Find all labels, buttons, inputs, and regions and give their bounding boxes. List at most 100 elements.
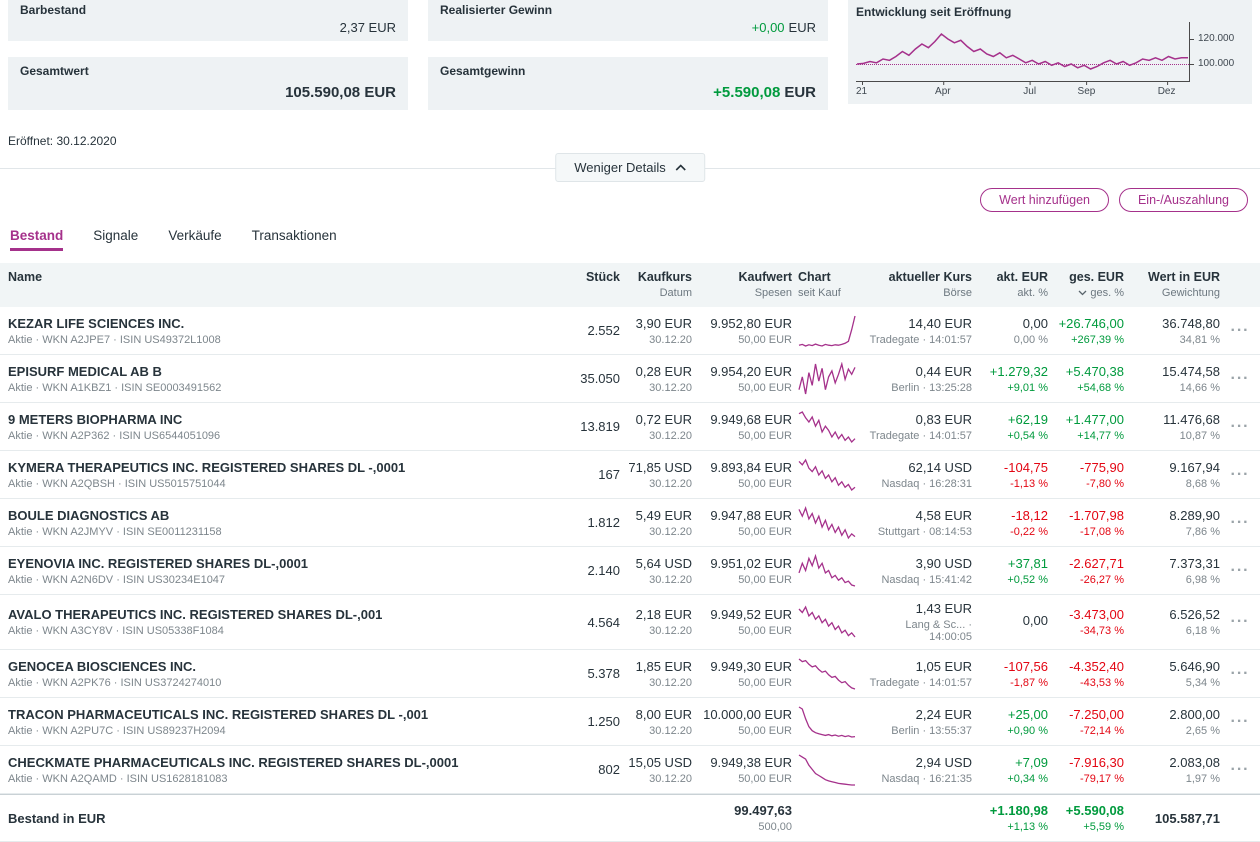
security-name[interactable]: AVALO THERAPEUTICS INC. REGISTERED SHARE… bbox=[8, 607, 560, 622]
security-name[interactable]: TRACON PHARMACEUTICALS INC. REGISTERED S… bbox=[8, 707, 560, 722]
current-price: 2,94 USD bbox=[860, 755, 972, 770]
header-buy-value[interactable]: Kaufwert bbox=[692, 270, 792, 284]
total-change-eur: +5.470,38 bbox=[1048, 364, 1124, 379]
exchange-time: Berlin · 13:25:28 bbox=[860, 382, 972, 394]
security-name[interactable]: EPISURF MEDICAL AB B bbox=[8, 364, 560, 379]
sort-descending-icon[interactable] bbox=[1078, 290, 1087, 296]
current-price: 0,44 EUR bbox=[860, 364, 972, 379]
header-value-eur[interactable]: Wert in EUR bbox=[1124, 270, 1220, 284]
deposit-withdraw-button[interactable]: Ein-/Auszahlung bbox=[1119, 188, 1248, 212]
table-row[interactable]: KYMERA THERAPEUTICS INC. REGISTERED SHAR… bbox=[0, 451, 1260, 499]
shares: 4.564 bbox=[560, 615, 620, 630]
buy-value: 10.000,00 EUR bbox=[692, 707, 792, 722]
row-spark-chart bbox=[798, 554, 856, 588]
table-row[interactable]: EYENOVIA INC. REGISTERED SHARES DL-,0001… bbox=[0, 547, 1260, 595]
current-price: 14,40 EUR bbox=[860, 316, 972, 331]
row-menu-button[interactable]: ··· bbox=[1231, 514, 1250, 531]
table-row[interactable]: CHECKMATE PHARMACEUTICALS INC. REGISTERE… bbox=[0, 746, 1260, 794]
table-row[interactable]: GENOCEA BIOSCIENCES INC. Aktie · WKN A2P… bbox=[0, 650, 1260, 698]
shares: 2.140 bbox=[560, 563, 620, 578]
buy-date: 30.12.20 bbox=[620, 334, 692, 346]
table-row[interactable]: 9 METERS BIOPHARMA INC Aktie · WKN A2P36… bbox=[0, 403, 1260, 451]
buy-value: 9.947,88 EUR bbox=[692, 508, 792, 523]
total-change-pct: +267,39 % bbox=[1048, 334, 1124, 346]
tab-transaktionen[interactable]: Transaktionen bbox=[252, 228, 337, 251]
header-since-buy: seit Kauf bbox=[798, 287, 860, 299]
security-name[interactable]: KYMERA THERAPEUTICS INC. REGISTERED SHAR… bbox=[8, 460, 560, 475]
position-value: 5.646,90 bbox=[1124, 659, 1220, 674]
shares: 13.819 bbox=[560, 419, 620, 434]
total-change-pct: -79,17 % bbox=[1048, 773, 1124, 785]
weighting: 8,68 % bbox=[1124, 478, 1220, 490]
row-spark-chart bbox=[798, 410, 856, 444]
row-menu-button[interactable]: ··· bbox=[1231, 370, 1250, 387]
position-value: 6.526,52 bbox=[1124, 607, 1220, 622]
footer-value: 105.587,71 bbox=[1124, 811, 1220, 826]
header-total-change-eur[interactable]: ges. EUR bbox=[1048, 270, 1124, 284]
day-change-pct: +0,90 % bbox=[972, 725, 1048, 737]
total-change-pct: -17,08 % bbox=[1048, 526, 1124, 538]
chart-y-tick bbox=[1190, 39, 1194, 40]
day-change-eur: +7,09 bbox=[972, 755, 1048, 770]
opened-date: Eröffnet: 30.12.2020 bbox=[8, 134, 1260, 148]
total-change-pct: -7,80 % bbox=[1048, 478, 1124, 490]
security-name[interactable]: KEZAR LIFE SCIENCES INC. bbox=[8, 316, 560, 331]
buy-price: 0,28 EUR bbox=[620, 364, 692, 379]
total-change-eur: -7.916,30 bbox=[1048, 755, 1124, 770]
chart-y-tick bbox=[1190, 64, 1194, 65]
tab-verkaeufe[interactable]: Verkäufe bbox=[168, 228, 221, 251]
add-value-button[interactable]: Wert hinzufügen bbox=[980, 188, 1109, 212]
table-row[interactable]: KEZAR LIFE SCIENCES INC. Aktie · WKN A2J… bbox=[0, 307, 1260, 355]
header-day-change-pct: akt. % bbox=[972, 287, 1048, 299]
row-menu-button[interactable]: ··· bbox=[1231, 613, 1250, 630]
footer-buy-value: 99.497,63 bbox=[692, 803, 792, 818]
position-value: 8.289,90 bbox=[1124, 508, 1220, 523]
header-day-change-eur[interactable]: akt. EUR bbox=[972, 270, 1048, 284]
chart-x-label: Apr bbox=[935, 86, 951, 97]
day-change-pct: -1,13 % bbox=[972, 478, 1048, 490]
row-menu-button[interactable]: ··· bbox=[1231, 418, 1250, 435]
tab-bestand[interactable]: Bestand bbox=[10, 228, 63, 251]
security-name[interactable]: CHECKMATE PHARMACEUTICALS INC. REGISTERE… bbox=[8, 755, 560, 770]
security-info: Aktie · WKN A2N6DV · ISIN US30234E1047 bbox=[8, 574, 560, 586]
table-footer: Bestand in EUR 99.497,63 500,00 +1.180,9… bbox=[0, 794, 1260, 842]
security-name[interactable]: EYENOVIA INC. REGISTERED SHARES DL-,0001 bbox=[8, 556, 560, 571]
header-current-price[interactable]: aktueller Kurs bbox=[860, 270, 972, 284]
realized-gain-label: Realisierter Gewinn bbox=[440, 3, 816, 17]
buy-date: 30.12.20 bbox=[620, 526, 692, 538]
weighting: 2,65 % bbox=[1124, 725, 1220, 737]
footer-fees: 500,00 bbox=[692, 821, 792, 833]
fees: 50,00 EUR bbox=[692, 478, 792, 490]
header-name[interactable]: Name bbox=[8, 270, 560, 284]
total-gain-label: Gesamtgewinn bbox=[440, 64, 816, 78]
total-gain-card: Gesamtgewinn +5.590,08EUR bbox=[428, 57, 828, 110]
chart-x-label: Sep bbox=[1078, 86, 1096, 97]
table-row[interactable]: BOULE DIAGNOSTICS AB Aktie · WKN A2JMYV … bbox=[0, 499, 1260, 547]
row-menu-button[interactable]: ··· bbox=[1231, 322, 1250, 339]
chevron-up-icon bbox=[675, 164, 686, 171]
total-change-eur: +26.746,00 bbox=[1048, 316, 1124, 331]
row-spark-chart bbox=[798, 705, 856, 739]
day-change-eur: +25,00 bbox=[972, 707, 1048, 722]
row-menu-button[interactable]: ··· bbox=[1231, 466, 1250, 483]
row-menu-button[interactable]: ··· bbox=[1231, 562, 1250, 579]
header-buy-price[interactable]: Kaufkurs bbox=[620, 270, 692, 284]
weighting: 7,86 % bbox=[1124, 526, 1220, 538]
security-name[interactable]: GENOCEA BIOSCIENCES INC. bbox=[8, 659, 560, 674]
table-row[interactable]: AVALO THERAPEUTICS INC. REGISTERED SHARE… bbox=[0, 595, 1260, 650]
buy-price: 0,72 EUR bbox=[620, 412, 692, 427]
summary-section: Barbestand 2,37 EUR Gesamtwert 105.590,0… bbox=[0, 0, 1260, 110]
total-change-eur: -4.352,40 bbox=[1048, 659, 1124, 674]
tab-signale[interactable]: Signale bbox=[93, 228, 138, 251]
less-details-button[interactable]: Weniger Details bbox=[555, 153, 705, 182]
table-row[interactable]: EPISURF MEDICAL AB B Aktie · WKN A1KBZ1 … bbox=[0, 355, 1260, 403]
security-name[interactable]: 9 METERS BIOPHARMA INC bbox=[8, 412, 560, 427]
security-info: Aktie · WKN A1KBZ1 · ISIN SE0003491562 bbox=[8, 382, 560, 394]
row-menu-button[interactable]: ··· bbox=[1231, 761, 1250, 778]
row-menu-button[interactable]: ··· bbox=[1231, 713, 1250, 730]
row-menu-button[interactable]: ··· bbox=[1231, 665, 1250, 682]
header-shares[interactable]: Stück bbox=[560, 270, 620, 284]
table-row[interactable]: TRACON PHARMACEUTICALS INC. REGISTERED S… bbox=[0, 698, 1260, 746]
fees: 50,00 EUR bbox=[692, 382, 792, 394]
security-name[interactable]: BOULE DIAGNOSTICS AB bbox=[8, 508, 560, 523]
